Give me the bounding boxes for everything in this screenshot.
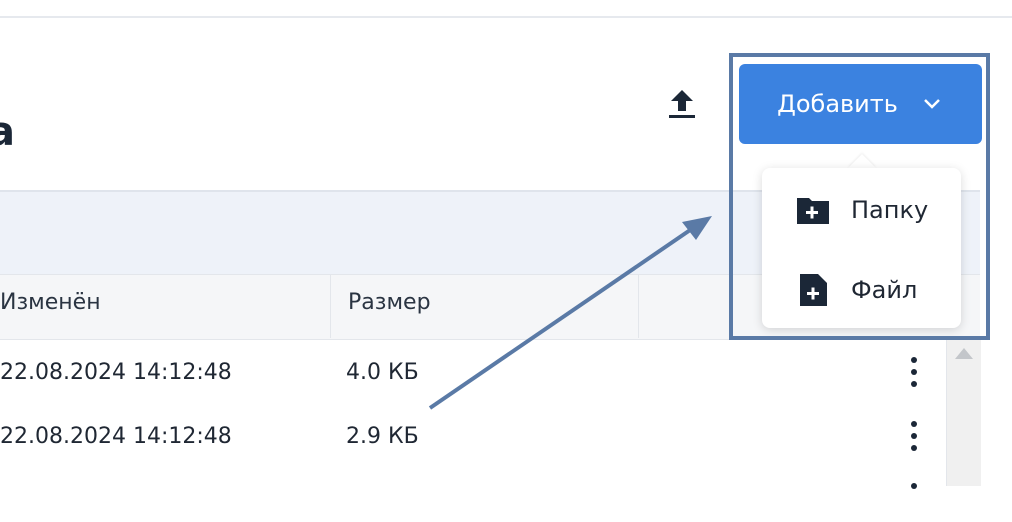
column-header-modified[interactable]: Изменён bbox=[0, 290, 101, 315]
column-separator[interactable] bbox=[638, 274, 639, 338]
column-separator[interactable] bbox=[330, 274, 331, 338]
upload-icon bbox=[669, 90, 695, 118]
cell-modified: 22.08.2024 14:12:48 bbox=[0, 424, 232, 449]
row-menu-button[interactable] bbox=[900, 416, 928, 456]
cell-modified: 22.08.2024 14:12:48 bbox=[0, 360, 232, 385]
more-vertical-icon bbox=[911, 483, 917, 489]
scroll-up-arrow-icon[interactable] bbox=[955, 348, 973, 359]
top-divider bbox=[0, 16, 1012, 18]
more-vertical-icon bbox=[911, 357, 917, 387]
cell-size: 2.9 КБ bbox=[346, 424, 419, 449]
cell-size: 4.0 КБ bbox=[346, 360, 419, 385]
upload-button[interactable] bbox=[664, 86, 700, 122]
more-vertical-icon bbox=[911, 421, 917, 451]
row-menu-button[interactable] bbox=[900, 352, 928, 392]
row-menu-button[interactable] bbox=[900, 478, 928, 518]
vertical-scrollbar[interactable] bbox=[946, 340, 981, 486]
page-title: а bbox=[0, 109, 15, 155]
column-header-size[interactable]: Размер bbox=[348, 290, 431, 315]
highlight-box bbox=[729, 53, 990, 340]
